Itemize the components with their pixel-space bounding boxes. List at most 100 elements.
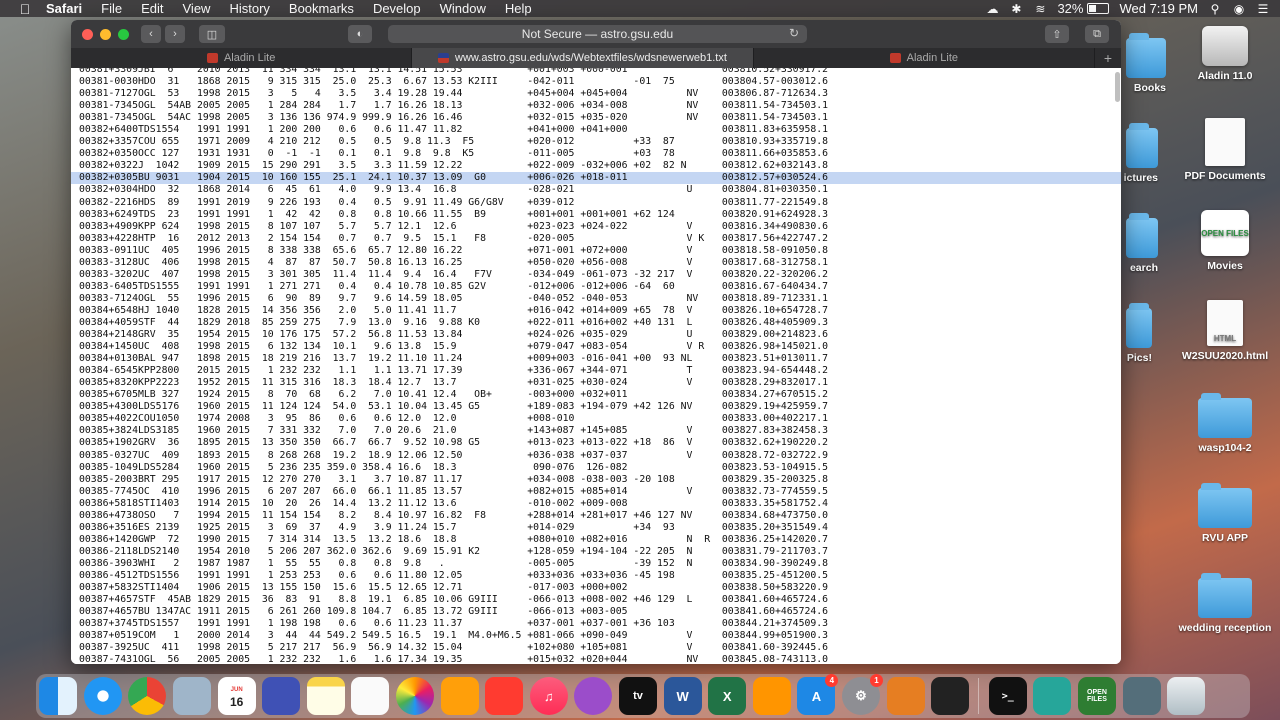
clock[interactable]: Wed 7:19 PM (1119, 1, 1198, 16)
desktop-icon-w2suu2020[interactable]: HTML W2SUU2020.html (1170, 300, 1280, 362)
close-window-button[interactable] (82, 28, 93, 40)
text-line: 00386-4512TDS1556 1991 1991 1 253 253 0.… (79, 569, 829, 581)
books-icon[interactable] (752, 677, 791, 715)
user-avatar-icon[interactable]: ◉ (1232, 2, 1246, 16)
battery-status[interactable]: 32% (1057, 1, 1110, 16)
preview-icon[interactable] (173, 677, 212, 715)
text-line: 00383-0911UC 405 1996 2015 8 338 338 65.… (79, 244, 829, 256)
text-line: 00382+0304HDO 32 1868 2014 6 45 61 4.0 9… (79, 184, 829, 196)
text-line: 00387-7431OGL 56 2005 2005 1 232 232 1.6… (79, 654, 829, 664)
menu-app-safari[interactable]: Safari (46, 1, 82, 16)
trash-icon[interactable] (1167, 677, 1206, 715)
text-line: 00386-3903WHI 2 1987 1987 1 55 55 0.8 0.… (79, 557, 829, 569)
safari-window: ‹ › ◫ ◐ ☰ Not Secure — astro.gsu.edu ↻ ⇧… (71, 20, 1121, 664)
tab-label: Aladin Lite (906, 52, 958, 64)
desktop-icon-label: W2SUU2020.html (1181, 350, 1269, 362)
notification-center-icon[interactable]: ☰ (1256, 2, 1270, 16)
zoom-window-button[interactable] (118, 28, 129, 40)
apple-icon[interactable]:  (18, 1, 32, 17)
music-icon[interactable]: ♫ (529, 677, 568, 715)
safari-icon[interactable] (83, 677, 122, 715)
desktop-icon-wasp104-2[interactable]: wasp104-2 (1170, 393, 1280, 454)
text-line: 00385+6705MLB 327 1924 2015 8 70 68 6.2 … (79, 389, 829, 401)
menu-bookmarks[interactable]: Bookmarks (289, 1, 354, 16)
calendar-icon[interactable]: JUN 16 (217, 677, 256, 715)
chevron-left-icon: ‹ (149, 28, 153, 40)
photos-icon[interactable] (396, 677, 435, 715)
text-line: 00386+5818STI1403 1914 2015 10 20 26 14.… (79, 497, 829, 509)
plus-icon: + (1103, 50, 1113, 66)
text-line: 00386-2118LDS2140 1954 2010 5 206 207 36… (79, 545, 829, 557)
system-preferences-icon[interactable]: ⚙ 1 (841, 674, 883, 715)
vertical-scrollbar[interactable] (1115, 72, 1120, 102)
shield-icon: ◐ (356, 28, 364, 40)
address-bar[interactable]: Not Secure — astro.gsu.edu ↻ (388, 25, 807, 43)
desktop-icon-rvu-app[interactable]: RVU APP (1170, 483, 1280, 544)
reload-icon[interactable]: ↻ (789, 26, 799, 40)
tv-icon[interactable]: tv (619, 677, 658, 715)
desktop-icon-label: wasp104-2 (1198, 442, 1252, 454)
tab-aladin-lite-2[interactable]: Aladin Lite (754, 48, 1095, 68)
text-line: 00381-7345OGL 54AC 1998 2005 3 136 136 9… (79, 112, 829, 124)
share-button[interactable]: ⇧ (1045, 25, 1069, 43)
tab-wds-text-file[interactable]: www.astro.gsu.edu/wds/Webtextfiles/wdsne… (412, 48, 754, 68)
text-line: 00383+6249TDS 23 1991 1991 1 42 42 0.8 0… (79, 208, 829, 220)
wifi-icon[interactable]: ≋ (1033, 2, 1047, 16)
desktop-icon-pdf-documents[interactable]: PDF Documents (1170, 118, 1280, 182)
tab-aladin-lite-1[interactable]: Aladin Lite (71, 48, 413, 68)
excel-icon[interactable]: X (708, 677, 747, 715)
sidebar-button[interactable]: ◫ (199, 25, 225, 43)
desktop-icon-movies[interactable]: OPEN FILES Movies (1170, 210, 1280, 272)
chrome-icon[interactable] (128, 677, 167, 715)
page-content[interactable]: 00381+3309JBI 6 2010 2013 11 334 334 13.… (71, 68, 1121, 664)
menu-window[interactable]: Window (440, 1, 486, 16)
menu-edit[interactable]: Edit (141, 1, 163, 16)
menu-file[interactable]: File (101, 1, 122, 16)
app-store-icon[interactable]: A4 (797, 674, 839, 715)
notes-icon[interactable] (306, 677, 345, 715)
menu-develop[interactable]: Develop (373, 1, 421, 16)
downloads-icon[interactable] (1122, 677, 1161, 715)
new-tab-button[interactable]: + (1095, 48, 1121, 68)
pixelmator-icon[interactable] (262, 677, 301, 715)
folder-icon (1126, 213, 1158, 258)
bluetooth-icon[interactable]: ✱ (1009, 2, 1023, 16)
news-icon[interactable] (485, 677, 524, 715)
ibooks-icon[interactable] (886, 677, 925, 715)
folder-icon (1198, 573, 1252, 618)
text-line: 00387+3745TDS1557 1991 1991 1 198 198 0.… (79, 618, 829, 630)
terminal-icon[interactable]: >_ (988, 677, 1027, 715)
podcasts-icon[interactable] (574, 677, 613, 715)
text-line: 00382+0322J 1042 1909 2015 15 290 291 3.… (79, 160, 829, 172)
desktop-icon-aladin[interactable]: Aladin 11.0 (1170, 26, 1280, 82)
text-line: 00384+2148GRV 35 1954 2015 10 176 175 57… (79, 329, 829, 341)
kindle-icon[interactable] (931, 677, 970, 715)
tab-bar: Aladin Lite www.astro.gsu.edu/wds/Webtex… (71, 48, 1121, 68)
text-line: 00381-7345OGL 54AB 2005 2005 1 284 284 1… (79, 100, 829, 112)
reminders-icon[interactable] (351, 677, 390, 715)
cloud-icon[interactable]: ☁ (985, 2, 999, 16)
folder-icon (1126, 303, 1152, 348)
spotlight-icon[interactable]: ⚲ (1208, 2, 1222, 16)
menu-help[interactable]: Help (505, 1, 532, 16)
open-files-icon[interactable]: OPEN FILES (1077, 677, 1116, 715)
menu-history[interactable]: History (229, 1, 269, 16)
minimize-window-button[interactable] (100, 28, 111, 40)
back-button[interactable]: ‹ (141, 25, 161, 43)
drive-icon (1202, 26, 1248, 66)
text-line: 00386+4738OSO 7 1994 2015 11 154 154 8.2… (79, 509, 829, 521)
privacy-report-button[interactable]: ◐ (348, 25, 372, 43)
pages-icon[interactable] (440, 677, 479, 715)
word-icon[interactable]: W (663, 677, 702, 715)
folder-icon (1198, 483, 1252, 528)
text-line: 00386+1420GWP 72 1990 2015 7 314 314 13.… (79, 533, 829, 545)
forward-button[interactable]: › (165, 25, 185, 43)
tab-overview-button[interactable]: ⧉ (1085, 25, 1109, 43)
text-line: 00383-6405TDS1555 1991 1991 1 271 271 0.… (79, 280, 829, 292)
pdf-document-icon (1205, 118, 1245, 166)
finder-icon[interactable] (39, 677, 78, 715)
phone-icon[interactable] (1033, 677, 1072, 715)
desktop-icon-wedding-reception[interactable]: wedding reception (1170, 573, 1280, 634)
menu-bar:  Safari File Edit View History Bookmark… (0, 0, 1280, 17)
menu-view[interactable]: View (183, 1, 211, 16)
